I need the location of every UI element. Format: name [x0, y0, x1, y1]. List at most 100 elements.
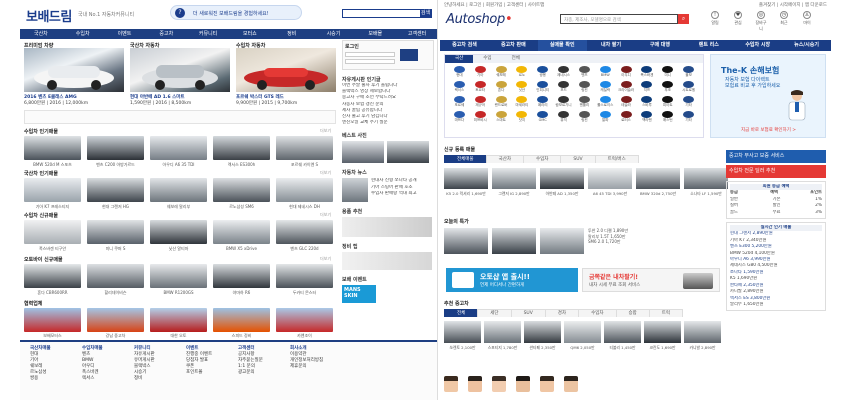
- footer-link[interactable]: 제휴문의: [290, 364, 323, 370]
- tab[interactable]: 경차: [544, 309, 580, 317]
- more-link[interactable]: 더보기: [320, 212, 331, 218]
- car-caption[interactable]: 스포티지 1,780만: [484, 345, 521, 351]
- brand-item[interactable]: 폭스바겐: [637, 66, 658, 78]
- car-caption[interactable]: 렉서스 ES300h: [213, 162, 270, 168]
- car-thumb[interactable]: [213, 178, 270, 202]
- tip-banner[interactable]: [342, 252, 432, 271]
- nav-item[interactable]: 실매물 확인: [537, 40, 587, 51]
- car-caption[interactable]: 코란도 1,690만: [644, 345, 681, 351]
- car-caption[interactable]: 아반떼 AD 1,350만: [540, 191, 584, 197]
- car-caption[interactable]: 야마하 R6: [213, 290, 270, 296]
- nav-item[interactable]: 중고차 검색: [440, 40, 489, 51]
- search-input[interactable]: 검색: [342, 9, 432, 18]
- more-link[interactable]: 더보기: [320, 256, 331, 262]
- car-thumb[interactable]: [87, 136, 144, 160]
- car-thumb[interactable]: [492, 168, 536, 189]
- car-caption[interactable]: 쏘렌토 2,100만: [444, 345, 481, 351]
- tab[interactable]: 수입차: [578, 309, 617, 317]
- tab-all[interactable]: 전체: [502, 55, 530, 63]
- insurance-ad[interactable]: The-K 손해보험 자동차 보험 다이렉트 보험료 비교 후 가입하세요 지금 …: [710, 54, 826, 138]
- search-input[interactable]: 차종, 제조사, 모델명으로 검색: [560, 14, 678, 24]
- nav-item[interactable]: 국산차: [20, 29, 62, 39]
- tab[interactable]: 수입차: [522, 155, 562, 163]
- car-caption[interactable]: 닛산 알티마: [150, 246, 207, 252]
- brand-item[interactable]: 미쯔비시: [470, 111, 491, 123]
- password-field[interactable]: [345, 59, 395, 64]
- car-caption[interactable]: 두카티 몬스터: [276, 290, 333, 296]
- brand-item[interactable]: 맥라렌: [637, 111, 658, 123]
- brand-item[interactable]: 캐딜락: [595, 81, 616, 93]
- special-caption[interactable]: SM6 2.0 1,720만: [588, 239, 720, 245]
- brand-item[interactable]: GMC: [532, 111, 553, 123]
- id-field[interactable]: [345, 52, 395, 57]
- partner-thumb[interactable]: [213, 308, 270, 332]
- car-photo[interactable]: [236, 48, 336, 92]
- car-thumb[interactable]: [87, 220, 144, 244]
- car-thumb[interactable]: [684, 168, 728, 189]
- nav-item[interactable]: 중고차: [145, 29, 187, 39]
- car-caption[interactable]: 미니 쿠퍼 S: [87, 246, 144, 252]
- brand-item[interactable]: 뷰익: [553, 111, 574, 123]
- car-caption[interactable]: 현대 그랜저 HG: [87, 204, 144, 210]
- top-utility-links[interactable]: 즐겨찾기 | 시작페이지 | 앱 다운로드: [759, 2, 827, 8]
- cart-icon[interactable]: ◎ 장바구니: [754, 11, 768, 32]
- brand-item[interactable]: 기아: [470, 66, 491, 78]
- nav-item[interactable]: 구매 대행: [636, 40, 685, 51]
- brand-item[interactable]: 링컨: [574, 111, 595, 123]
- nav-item[interactable]: 수입차: [62, 29, 104, 39]
- car-thumb[interactable]: [644, 321, 681, 343]
- car-thumb[interactable]: [604, 321, 641, 343]
- tab[interactable]: 국산차: [485, 155, 524, 163]
- partner-caption[interactable]: 보배모터스: [24, 333, 81, 339]
- partner-thumb[interactable]: [87, 308, 144, 332]
- nav-item[interactable]: 수입차 시장: [733, 40, 782, 51]
- partner-thumb[interactable]: [24, 308, 81, 332]
- brand-item[interactable]: 쉐보레: [491, 66, 512, 78]
- brand-item[interactable]: 혼다: [491, 81, 512, 93]
- dealer-photo[interactable]: [468, 376, 482, 392]
- car-thumb[interactable]: [150, 136, 207, 160]
- brand-item[interactable]: 랜드로버: [491, 96, 512, 108]
- heart-icon[interactable]: ♥ 관심: [731, 11, 745, 32]
- car-caption[interactable]: 카니발 2,890만: [684, 345, 721, 351]
- car-thumb[interactable]: [684, 321, 721, 343]
- brand-item[interactable]: 토요타: [470, 81, 491, 93]
- footer-link[interactable]: 정비: [134, 376, 155, 382]
- car-thumb[interactable]: [276, 178, 333, 202]
- footer-link[interactable]: 쌍용: [30, 376, 51, 382]
- car-caption[interactable]: 르노삼성 SM6: [213, 204, 270, 210]
- nav-item[interactable]: 시승기: [313, 29, 355, 39]
- dealer-photo[interactable]: [516, 376, 530, 392]
- car-caption[interactable]: 싼타페 2,350만: [524, 345, 561, 351]
- partner-caption[interactable]: 대한 오토: [150, 333, 207, 339]
- brand-item[interactable]: 제네시스: [553, 66, 574, 78]
- car-thumb[interactable]: [492, 228, 536, 254]
- dealer-photo[interactable]: [540, 376, 554, 392]
- car-caption[interactable]: K5 2.0 럭셔리 1,690만: [444, 191, 488, 197]
- partner-thumb[interactable]: [276, 308, 333, 332]
- brand-item[interactable]: 닷지: [512, 111, 533, 123]
- tab[interactable]: 전체: [444, 309, 479, 317]
- car-caption[interactable]: 혼다 CBR600RR: [24, 290, 81, 296]
- brand-item[interactable]: 렉서스: [449, 81, 470, 93]
- nav-item[interactable]: 정비: [271, 29, 313, 39]
- car-caption[interactable]: 쉐보레 말리부: [150, 204, 207, 210]
- tab[interactable]: 트럭: [648, 309, 684, 317]
- user-icon[interactable]: ♙ 마이: [800, 11, 814, 32]
- brand-item[interactable]: 로터스: [616, 111, 637, 123]
- brand-item[interactable]: 기타: [678, 111, 699, 123]
- partner-caption[interactable]: 카앤조이: [276, 333, 333, 339]
- brand-item[interactable]: BMW: [595, 66, 616, 78]
- car-caption[interactable]: 할리데이비슨: [87, 290, 144, 296]
- car-thumb[interactable]: [213, 136, 270, 160]
- autoshop-logo[interactable]: Autoshop•: [446, 12, 513, 27]
- car-thumb[interactable]: [444, 168, 488, 189]
- search-button[interactable]: 검색: [420, 10, 431, 17]
- brand-item[interactable]: 현대: [449, 66, 470, 78]
- sell-car-banner[interactable]: 금쪽같은 내차팔기! 내차 시세 무료 조회 서비스: [582, 268, 720, 292]
- car-thumb[interactable]: [276, 220, 333, 244]
- brand-item[interactable]: 쌍용: [532, 66, 553, 78]
- brand-item[interactable]: 아우디: [616, 66, 637, 78]
- car-caption[interactable]: BMW R1200GS: [150, 290, 207, 296]
- tab[interactable]: 전체매물: [444, 155, 487, 163]
